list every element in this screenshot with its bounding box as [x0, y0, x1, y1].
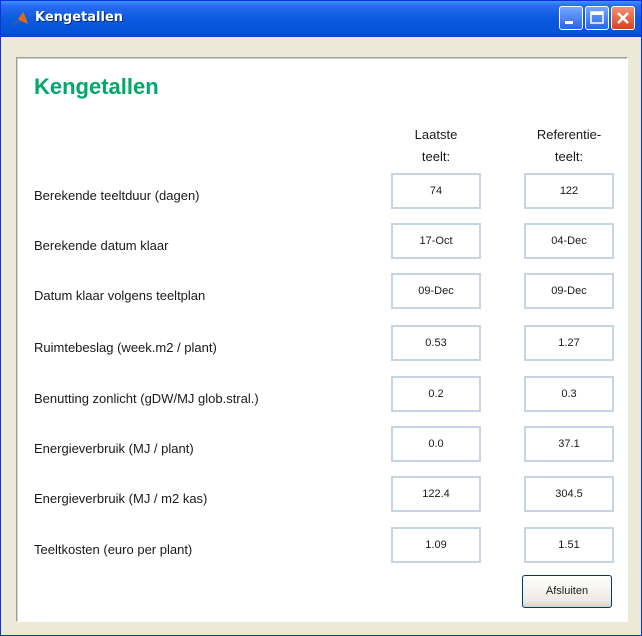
- value-latest-datum-teeltplan: 09-Dec: [391, 273, 481, 309]
- value-reference-teeltkosten: 1.51: [524, 527, 614, 563]
- column-header-reference-line2: teelt:: [554, 149, 584, 164]
- value-latest-energie-m2: 122.4: [391, 476, 481, 512]
- value-latest-ruimtebeslag: 0.53: [391, 325, 481, 361]
- value-reference-benutting-zonlicht: 0.3: [524, 376, 614, 412]
- value-reference-energie-plant: 37.1: [524, 426, 614, 462]
- minimize-button[interactable]: [559, 6, 583, 30]
- row-label-teeltduur: Berekende teeltduur (dagen): [34, 188, 200, 203]
- row-label-energie-plant: Energieverbruik (MJ / plant): [34, 441, 194, 456]
- row-label-energie-m2: Energieverbruik (MJ / m2 kas): [34, 491, 208, 506]
- value-reference-datum-klaar: 04-Dec: [524, 223, 614, 259]
- value-latest-datum-klaar: 17-Oct: [391, 223, 481, 259]
- close-icon: [617, 12, 629, 24]
- matlab-logo-icon: [12, 12, 28, 26]
- kengetallen-window: Kengetallen Kengetallen Laatste teelt: R…: [0, 0, 642, 636]
- value-reference-energie-m2: 304.5: [524, 476, 614, 512]
- window-title: Kengetallen: [35, 10, 124, 25]
- row-label-datum-klaar: Berekende datum klaar: [34, 238, 169, 253]
- column-header-latest: Laatste teelt:: [391, 124, 481, 168]
- value-reference-ruimtebeslag: 1.27: [524, 325, 614, 361]
- maximize-icon: [590, 11, 604, 24]
- column-header-latest-line1: Laatste: [414, 127, 458, 142]
- value-latest-benutting-zonlicht: 0.2: [391, 376, 481, 412]
- row-label-ruimtebeslag: Ruimtebeslag (week.m2 / plant): [34, 340, 217, 355]
- minimize-icon: [565, 21, 573, 24]
- value-reference-datum-teeltplan: 09-Dec: [524, 273, 614, 309]
- panel-heading: Kengetallen: [34, 74, 159, 99]
- value-reference-teeltduur: 122: [524, 173, 614, 209]
- column-header-reference: Referentie- teelt:: [524, 124, 614, 168]
- kengetallen-panel: Kengetallen Laatste teelt: Referentie- t…: [16, 57, 628, 622]
- row-label-datum-teeltplan: Datum klaar volgens teeltplan: [34, 288, 206, 303]
- row-label-benutting-zonlicht: Benutting zonlicht (gDW/MJ glob.stral.): [34, 391, 259, 406]
- column-header-reference-line1: Referentie-: [536, 127, 602, 142]
- value-latest-energie-plant: 0.0: [391, 426, 481, 462]
- value-latest-teeltduur: 74: [391, 173, 481, 209]
- row-label-teeltkosten: Teeltkosten (euro per plant): [34, 542, 193, 557]
- title-bar[interactable]: Kengetallen: [1, 1, 641, 37]
- afsluiten-button[interactable]: Afsluiten: [522, 575, 612, 608]
- column-header-latest-line2: teelt:: [421, 149, 451, 164]
- close-window-button[interactable]: [611, 6, 635, 30]
- maximize-button[interactable]: [585, 6, 609, 30]
- value-latest-teeltkosten: 1.09: [391, 527, 481, 563]
